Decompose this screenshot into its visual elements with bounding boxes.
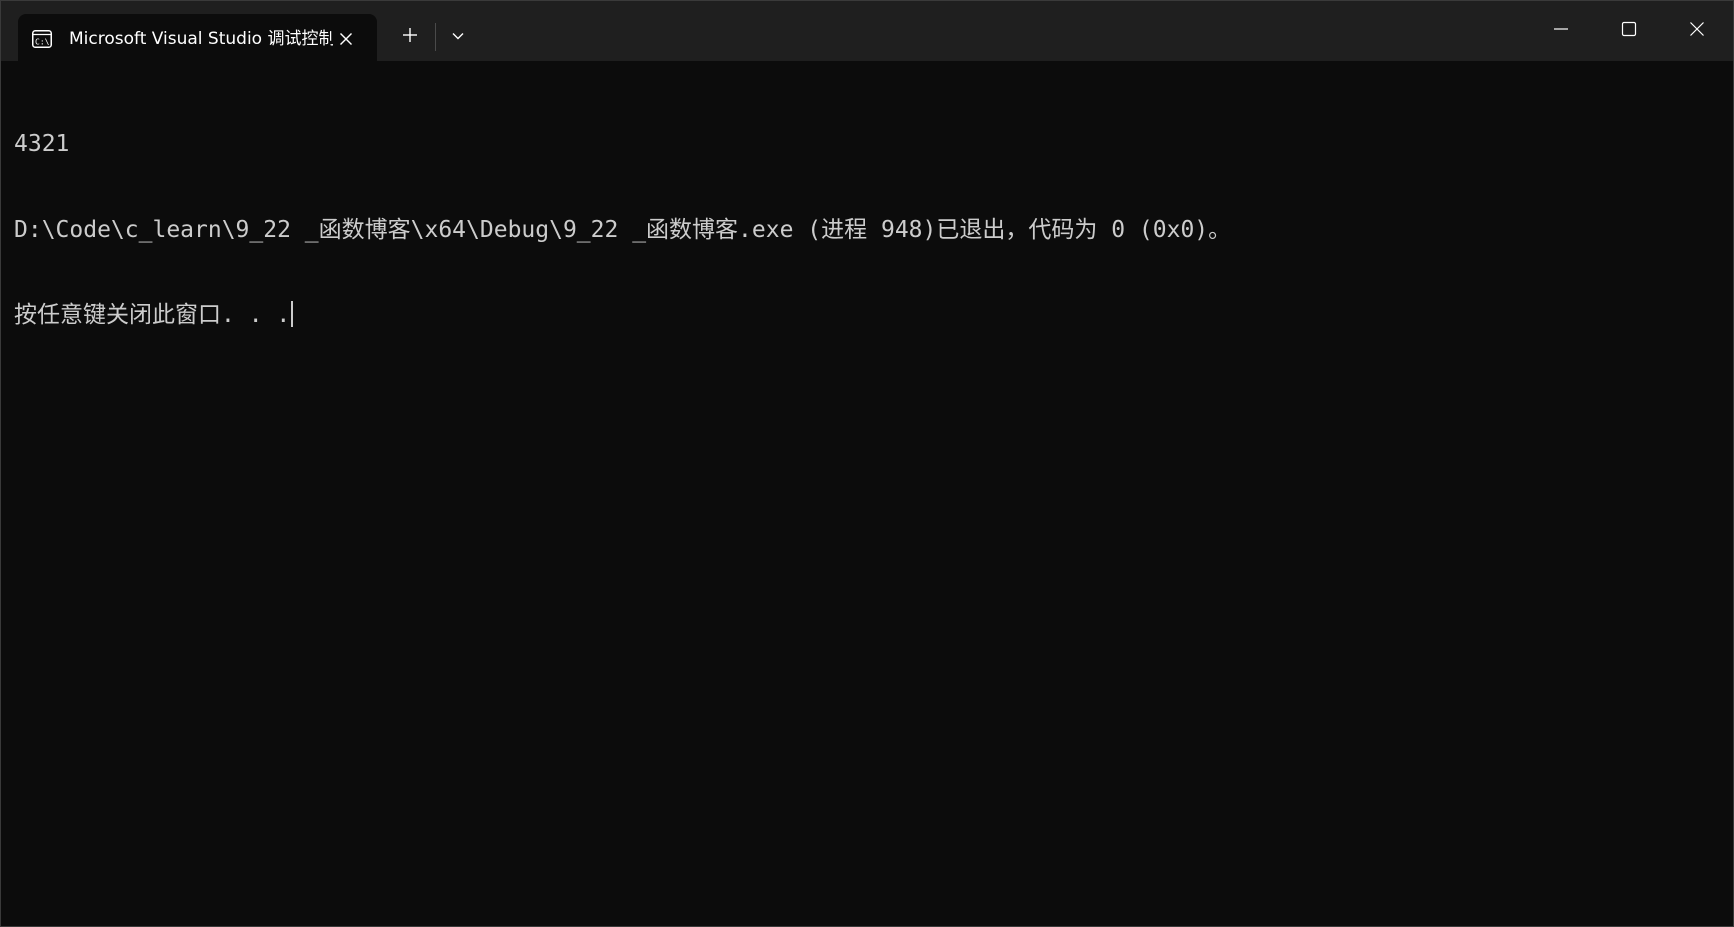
- close-icon: [1689, 21, 1705, 42]
- new-tab-button[interactable]: [394, 21, 426, 53]
- terminal-window: C:\ Microsoft Visual Studio 调试控制台 4321 D…: [0, 0, 1734, 927]
- tab-close-icon[interactable]: [333, 26, 359, 52]
- prompt-text: 按任意键关闭此窗口. . .: [14, 302, 291, 328]
- title-bar: C:\ Microsoft Visual Studio 调试控制台: [1, 1, 1733, 61]
- console-line-exit-message: D:\Code\c_learn\9_22 _函数博客\x64\Debug\9_2…: [14, 216, 1232, 243]
- console-output[interactable]: 4321 D:\Code\c_learn\9_22 _函数博客\x64\Debu…: [14, 73, 1714, 913]
- tab-title: Microsoft Visual Studio 调试控制台: [69, 29, 333, 49]
- titlebar-divider: [435, 23, 436, 51]
- console-icon: C:\: [32, 30, 52, 48]
- console-line-output: 4321: [14, 131, 70, 157]
- close-window-button[interactable]: [1663, 1, 1731, 61]
- minimize-button[interactable]: [1527, 1, 1595, 61]
- maximize-button[interactable]: [1595, 1, 1663, 61]
- tab-dropdown-button[interactable]: [442, 21, 474, 53]
- text-cursor: [291, 301, 294, 327]
- console-line-prompt: 按任意键关闭此窗口. . .: [14, 301, 1714, 330]
- plus-icon: [402, 27, 418, 48]
- svg-text:C:\: C:\: [35, 38, 50, 47]
- minimize-icon: [1553, 21, 1569, 42]
- maximize-icon: [1621, 21, 1637, 42]
- chevron-down-icon: [451, 28, 465, 46]
- tab-console[interactable]: C:\ Microsoft Visual Studio 调试控制台: [18, 14, 377, 61]
